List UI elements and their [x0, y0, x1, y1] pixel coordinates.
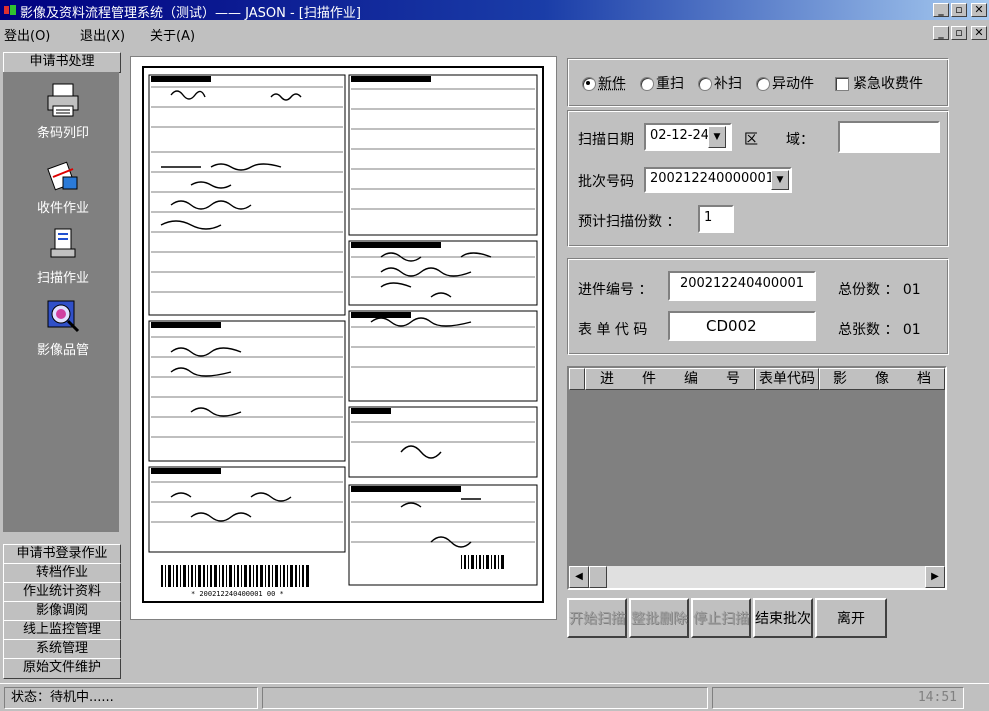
batch-number-dropdown-icon[interactable]: ▼: [771, 170, 789, 190]
sidebar-item-scan[interactable]: 扫描作业: [8, 227, 118, 286]
sidebar-btn-application-entry[interactable]: 申请书登录作业: [3, 544, 121, 565]
region-label: 区 域：: [744, 132, 814, 148]
scroll-left-icon[interactable]: ◀: [569, 566, 589, 588]
sidebar-btn-image-lookup[interactable]: 影像调阅: [3, 601, 121, 622]
leave-button[interactable]: 离开: [815, 598, 887, 638]
region-field[interactable]: [838, 121, 940, 153]
child-maximize-button[interactable]: ▫: [951, 26, 967, 40]
sidebar-item-barcode-print[interactable]: 条码列印: [8, 82, 118, 141]
grid-corner: [569, 368, 585, 390]
copies-label: 预计扫描份数 ：: [578, 214, 681, 230]
copies-field[interactable]: 1: [698, 205, 734, 233]
sidebar-btn-system-admin[interactable]: 系统管理: [3, 639, 121, 660]
status-text: 状态：待机中......: [4, 687, 258, 709]
sidebar-btn-online-monitor[interactable]: 线上监控管理: [3, 620, 121, 641]
delete-batch-button[interactable]: 整批删除: [629, 598, 689, 638]
intake-grid[interactable]: 进 件 编 号 表单代码 影 像 档 ◀ ▶: [567, 366, 947, 590]
radio-rescan-label[interactable]: 重扫: [656, 73, 684, 93]
scanned-form-image: * 200212240400001 00 *: [142, 66, 544, 603]
grid-horizontal-scrollbar[interactable]: ◀ ▶: [569, 566, 945, 588]
preview-barcode-text: * 200212240400001 00 *: [191, 590, 284, 598]
urgent-checkbox-label[interactable]: 紧急收费件: [853, 73, 923, 93]
scan-info-group: 扫描日期 02-12-24 ▼ 区 域： 批次号码 20021224000000…: [567, 110, 949, 247]
radio-rescan[interactable]: [640, 77, 654, 91]
sidebar-btn-statistics[interactable]: 作业统计资料: [3, 582, 121, 603]
child-minimize-button[interactable]: _: [933, 26, 949, 40]
image-qc-icon: [47, 300, 80, 333]
menu-bar: 登出(O) 退出(X) 关于(A) _ ▫ ✕: [0, 20, 989, 46]
menu-about[interactable]: 关于(A): [150, 25, 195, 44]
status-bar: 状态：待机中...... 14:51: [0, 683, 989, 711]
intake-number-field[interactable]: 200212240400001: [668, 271, 816, 301]
status-pane-middle: [262, 687, 708, 709]
radio-new[interactable]: [582, 77, 596, 91]
sidebar-item-image-qc[interactable]: 影像品管: [8, 297, 118, 358]
urgent-checkbox[interactable]: [835, 77, 849, 91]
scan-type-group: 新件 重扫 补扫 异动件 紧急收费件: [567, 58, 949, 107]
scanner-icon: [50, 228, 76, 258]
grid-col-image-file[interactable]: 影 像 档: [819, 368, 945, 390]
radio-change[interactable]: [756, 77, 770, 91]
total-copies-label: 总份数 ： 01: [838, 282, 921, 298]
menu-exit[interactable]: 退出(X): [80, 25, 125, 44]
start-scan-button[interactable]: 开始扫描: [567, 598, 627, 638]
radio-change-label[interactable]: 异动件: [772, 73, 814, 93]
sidebar: 申请书处理 条码列印 收件作业 扫描作业 影像品管 申请书登录作业 转档作业 作…: [0, 52, 123, 679]
window-title: 影像及资料流程管理系统（测试）—— JASON - [扫描作业]: [20, 6, 361, 21]
sidebar-btn-conversion[interactable]: 转档作业: [3, 563, 121, 584]
sidebar-header-application[interactable]: 申请书处理: [3, 52, 121, 73]
batch-number-field[interactable]: 200212240000001: [644, 167, 792, 193]
receive-icon: [47, 161, 78, 191]
scan-preview: * 200212240400001 00 *: [130, 56, 557, 620]
sidebar-item-receive[interactable]: 收件作业: [8, 157, 118, 216]
stop-scan-button[interactable]: 停止扫描: [691, 598, 751, 638]
radio-supplement-label[interactable]: 补扫: [714, 73, 742, 93]
app-icon: [4, 5, 16, 15]
form-code-label: 表 单 代 码: [578, 322, 648, 338]
title-bar: 影像及资料流程管理系统（测试）—— JASON - [扫描作业] _ ▫ ✕: [0, 0, 989, 21]
intake-number-label: 进件编号 ：: [578, 282, 653, 298]
status-time: 14:51: [712, 687, 964, 709]
minimize-button[interactable]: _: [933, 3, 949, 17]
scroll-thumb[interactable]: [589, 566, 607, 588]
radio-supplement[interactable]: [698, 77, 712, 91]
grid-col-form-code[interactable]: 表单代码: [755, 368, 819, 390]
close-button[interactable]: ✕: [971, 3, 987, 17]
sidebar-btn-original-file[interactable]: 原始文件维护: [3, 658, 121, 679]
total-sheets-label: 总张数 ： 01: [838, 322, 921, 338]
end-batch-button[interactable]: 结束批次: [753, 598, 813, 638]
scan-date-label: 扫描日期: [578, 132, 634, 148]
scan-date-dropdown-icon[interactable]: ▼: [708, 126, 726, 148]
batch-number-label: 批次号码: [578, 174, 634, 190]
maximize-button[interactable]: ▫: [951, 3, 967, 17]
printer-icon: [47, 83, 79, 117]
document-info-group: 进件编号 ： 200212240400001 总份数 ： 01 表 单 代 码 …: [567, 258, 949, 355]
form-code-field[interactable]: CD002: [668, 311, 816, 341]
grid-col-intake-number[interactable]: 进 件 编 号: [585, 368, 755, 390]
menu-logout[interactable]: 登出(O): [4, 25, 50, 44]
grid-header: 进 件 编 号 表单代码 影 像 档: [569, 368, 945, 390]
scroll-right-icon[interactable]: ▶: [925, 566, 945, 588]
child-close-button[interactable]: ✕: [971, 26, 987, 40]
radio-new-label[interactable]: 新件: [598, 73, 626, 93]
